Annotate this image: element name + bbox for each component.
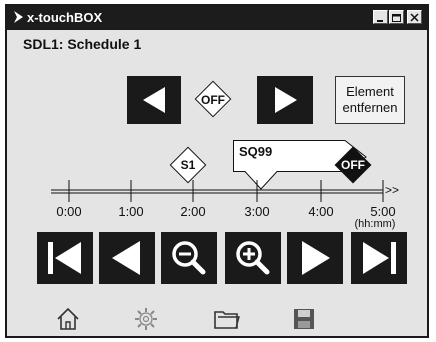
next-element-button[interactable] bbox=[257, 76, 313, 124]
sq99-marker-label: SQ99 bbox=[239, 144, 273, 159]
triangle-right-icon bbox=[275, 87, 297, 113]
xtouch-logo-icon bbox=[13, 10, 25, 29]
minimize-button[interactable] bbox=[373, 10, 388, 24]
timeline-arrow: >> bbox=[385, 183, 400, 197]
s1-marker-label: S1 bbox=[180, 158, 196, 172]
tick-label: 2:00 bbox=[180, 204, 206, 219]
tick-label: 3:00 bbox=[244, 204, 270, 219]
time-unit-label: (hh:mm) bbox=[354, 218, 396, 230]
state-label: OFF bbox=[201, 93, 225, 107]
gear-icon[interactable] bbox=[133, 306, 159, 337]
zoom-in-button[interactable] bbox=[225, 232, 281, 284]
tick-label: 5:00 bbox=[370, 204, 396, 219]
window-title: x-touchBOX bbox=[27, 10, 103, 25]
zoom-out-button[interactable] bbox=[161, 232, 217, 284]
zoom-in-icon bbox=[236, 241, 270, 275]
off-marker-label: OFF bbox=[341, 158, 365, 172]
timeline-axis[interactable] bbox=[7, 176, 431, 204]
step-back-button[interactable] bbox=[99, 232, 155, 284]
close-button[interactable] bbox=[407, 10, 422, 24]
title-bar: x-touchBOX bbox=[7, 6, 427, 30]
tick-label: 0:00 bbox=[56, 204, 82, 219]
skip-to-end-icon bbox=[363, 242, 396, 274]
folder-icon[interactable] bbox=[213, 306, 241, 337]
jump-to-start-button[interactable] bbox=[37, 232, 93, 284]
home-icon[interactable] bbox=[55, 306, 81, 337]
zoom-out-icon bbox=[172, 241, 206, 275]
maximize-button[interactable] bbox=[389, 10, 404, 24]
step-forward-button[interactable] bbox=[287, 232, 343, 284]
triangle-left-icon bbox=[143, 87, 165, 113]
skip-to-start-icon bbox=[48, 242, 81, 274]
step-back-icon bbox=[112, 241, 140, 275]
tick-label: 1:00 bbox=[118, 204, 144, 219]
save-disk-icon[interactable] bbox=[291, 306, 317, 337]
remove-element-button[interactable]: Element entfernen bbox=[335, 76, 405, 124]
jump-to-end-button[interactable] bbox=[351, 232, 407, 284]
schedule-heading: SDL1: Schedule 1 bbox=[23, 36, 142, 52]
step-forward-icon bbox=[302, 241, 330, 275]
remove-element-label: Element entfernen bbox=[342, 84, 398, 115]
tick-label: 4:00 bbox=[308, 204, 334, 219]
app-window: x-touchBOX SDL1: Schedule 1 OFF Element … bbox=[5, 4, 429, 338]
previous-element-button[interactable] bbox=[127, 76, 181, 124]
